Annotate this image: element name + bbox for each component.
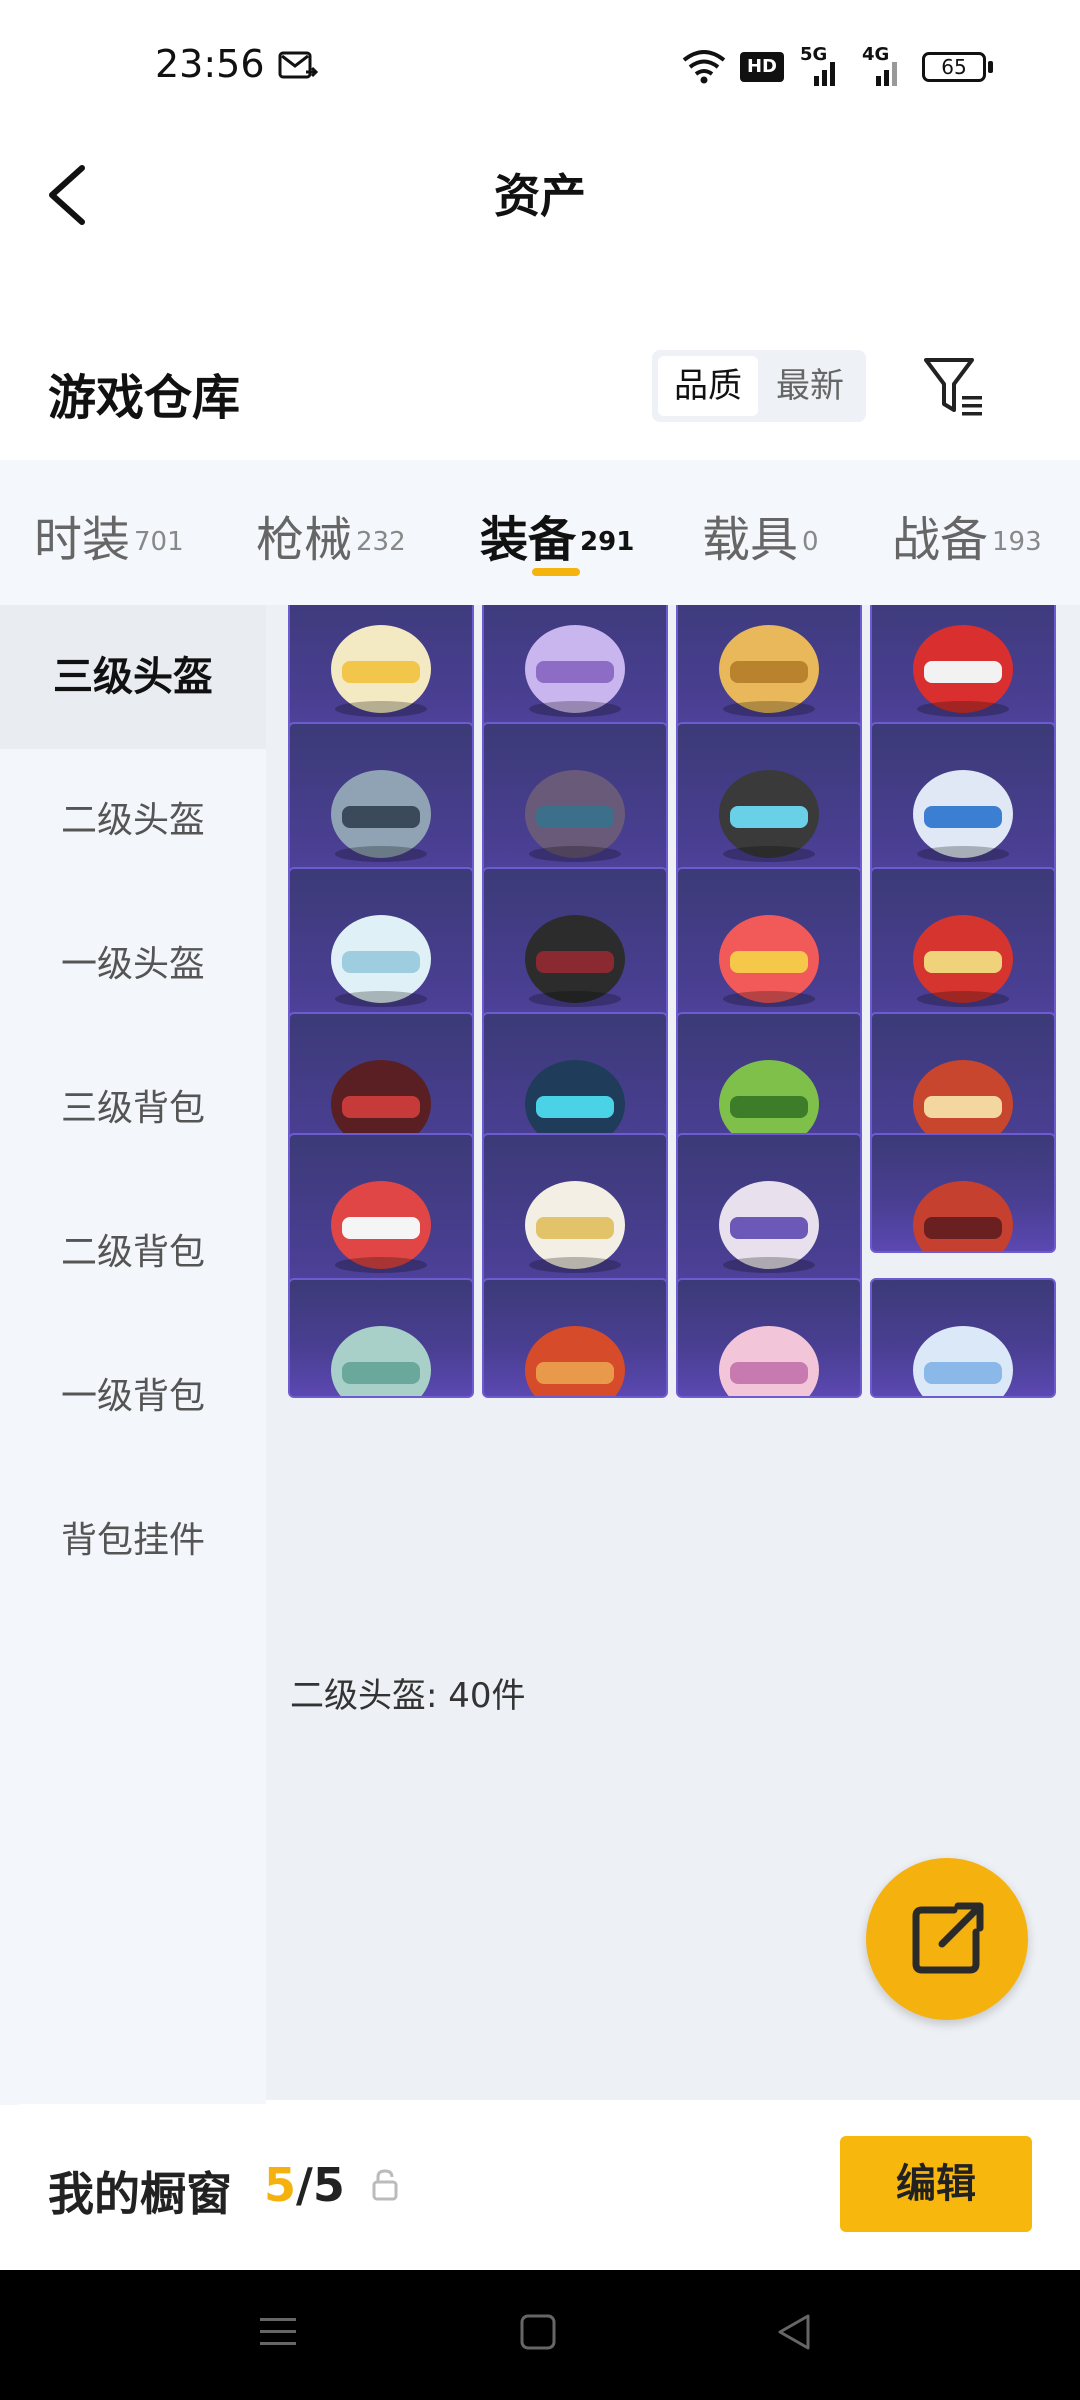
repository-title: 游戏仓库	[48, 370, 241, 426]
tab-count: 193	[992, 526, 1042, 557]
tab-combat-gear[interactable]: 战备 193	[892, 500, 1042, 570]
helmet-thumbnail	[525, 1326, 625, 1396]
external-link-icon	[912, 1902, 984, 1974]
tab-label: 装备	[480, 512, 577, 568]
helmet-card[interactable]	[676, 1278, 862, 1398]
subcategory-sidebar: 三级头盔 二级头盔 一级头盔 三级背包 二级背包 一级背包 背包挂件	[0, 605, 266, 2105]
showcase-count: 5/5	[264, 2158, 345, 2212]
helmet-card[interactable]	[288, 1278, 474, 1398]
tab-guns[interactable]: 枪械 232	[256, 500, 406, 570]
showcase-label: 我的橱窗	[48, 2167, 232, 2221]
signal-4g-icon	[876, 62, 897, 86]
helmet-thumbnail	[913, 1326, 1013, 1396]
tab-label: 战备	[892, 512, 989, 568]
menu-nav-icon[interactable]	[258, 2312, 298, 2352]
sort-quality-option[interactable]: 品质	[658, 356, 758, 416]
tab-label: 载具	[702, 512, 799, 568]
status-bar: 23:56 HD 5G 4G 65	[0, 0, 1080, 130]
sidebar-item-backpack-charm[interactable]: 背包挂件	[0, 1469, 266, 1613]
sort-toggle: 品质 最新	[652, 350, 866, 422]
sidebar-item-level3-helmet[interactable]: 三级头盔	[0, 605, 266, 749]
showcase-separator: /	[296, 2158, 313, 2212]
sidebar-item-level2-helmet[interactable]: 二级头盔	[0, 749, 266, 893]
battery-indicator: 65	[922, 52, 986, 82]
helmet-card[interactable]	[870, 1133, 1056, 1253]
mail-icon	[278, 51, 319, 79]
lock-icon	[372, 2169, 398, 2201]
back-nav-icon[interactable]	[774, 2312, 814, 2352]
home-nav-icon[interactable]	[518, 2312, 558, 2352]
tab-label: 时装	[34, 512, 131, 568]
showcase-total: 5	[312, 2158, 345, 2212]
showcase-current: 5	[264, 2158, 297, 2212]
active-tab-indicator	[532, 568, 580, 576]
system-nav-bar	[0, 2270, 1080, 2400]
edit-button[interactable]: 编辑	[840, 2136, 1032, 2232]
tab-count: 232	[356, 526, 406, 557]
sidebar-item-level1-backpack[interactable]: 一级背包	[0, 1325, 266, 1469]
signal-5g-icon	[814, 62, 835, 86]
tab-equipment[interactable]: 装备 291	[480, 500, 634, 570]
battery-level: 65	[941, 55, 967, 79]
section-header-level2: 二级头盔: 40件	[290, 1676, 526, 1716]
helmet-thumbnail	[913, 1181, 1013, 1251]
wifi-icon	[682, 50, 726, 84]
helmet-thumbnail	[331, 1326, 431, 1396]
tab-fashion[interactable]: 时装 701	[34, 500, 184, 570]
filter-icon[interactable]	[920, 352, 990, 422]
sidebar-item-level3-backpack[interactable]: 三级背包	[0, 1037, 266, 1181]
share-fab[interactable]	[866, 1858, 1028, 2020]
tab-vehicles[interactable]: 载具 0	[702, 500, 819, 570]
battery-tip	[988, 61, 993, 73]
helmet-thumbnail	[719, 1326, 819, 1396]
helmet-card[interactable]	[482, 1278, 668, 1398]
category-tabs: 时装 701 枪械 232 装备 291 载具 0 战备 193	[0, 460, 1080, 605]
tab-count: 291	[580, 526, 635, 557]
tab-count: 701	[134, 526, 184, 557]
sidebar-item-level2-backpack[interactable]: 二级背包	[0, 1181, 266, 1325]
hd-badge: HD	[740, 52, 784, 82]
tab-label: 枪械	[256, 512, 353, 568]
tab-count: 0	[802, 526, 819, 557]
helmet-card[interactable]	[870, 1278, 1056, 1398]
page-title: 资产	[494, 169, 586, 223]
sort-latest-option[interactable]: 最新	[760, 356, 860, 416]
status-time: 23:56	[155, 42, 265, 86]
sidebar-item-level1-helmet[interactable]: 一级头盔	[0, 893, 266, 1037]
